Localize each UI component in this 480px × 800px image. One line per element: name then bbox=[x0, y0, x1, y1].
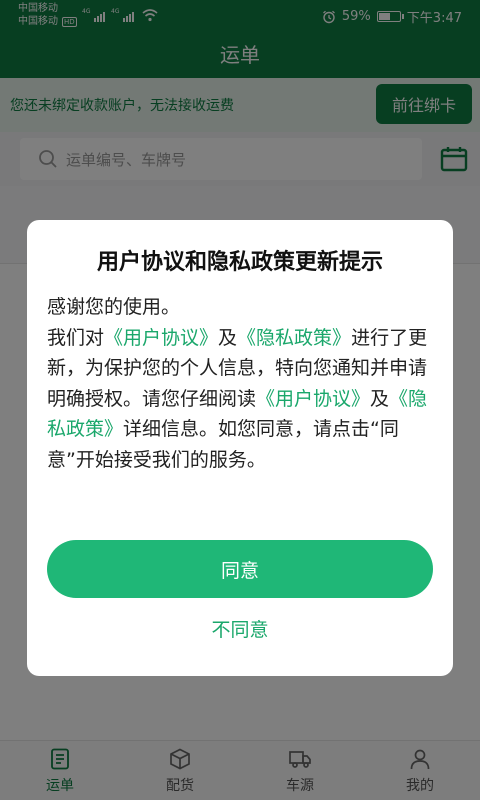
user-agreement-link[interactable]: 《用户协议》 bbox=[104, 327, 218, 349]
dialog-paragraph: 我们对《用户协议》及《隐私政策》进行了更新，为保护您的个人信息，特向您通知并申请… bbox=[47, 323, 437, 476]
privacy-policy-link[interactable]: 《隐私政策》 bbox=[237, 327, 351, 349]
dialog-title: 用户协议和隐私政策更新提示 bbox=[96, 250, 383, 275]
user-agreement-link[interactable]: 《用户协议》 bbox=[256, 388, 370, 410]
dialog-message: 感谢您的使用。 我们对《用户协议》及《隐私政策》进行了更新，为保护您的个人信息，… bbox=[47, 292, 437, 475]
text-segment: 我们对 bbox=[47, 326, 105, 349]
policy-update-dialog: 用户协议和隐私政策更新提示 感谢您的使用。 我们对《用户协议》及《隐私政策》进行… bbox=[27, 220, 453, 676]
app-screen: 中国移动 中国移动HD 4G 4G 59% bbox=[0, 0, 480, 800]
text-segment: 及 bbox=[370, 387, 390, 410]
dialog-greeting: 感谢您的使用。 bbox=[47, 296, 181, 318]
agree-button[interactable]: 同意 bbox=[47, 540, 433, 598]
text-segment: 及 bbox=[218, 326, 238, 349]
disagree-button[interactable]: 不同意 bbox=[27, 610, 453, 646]
